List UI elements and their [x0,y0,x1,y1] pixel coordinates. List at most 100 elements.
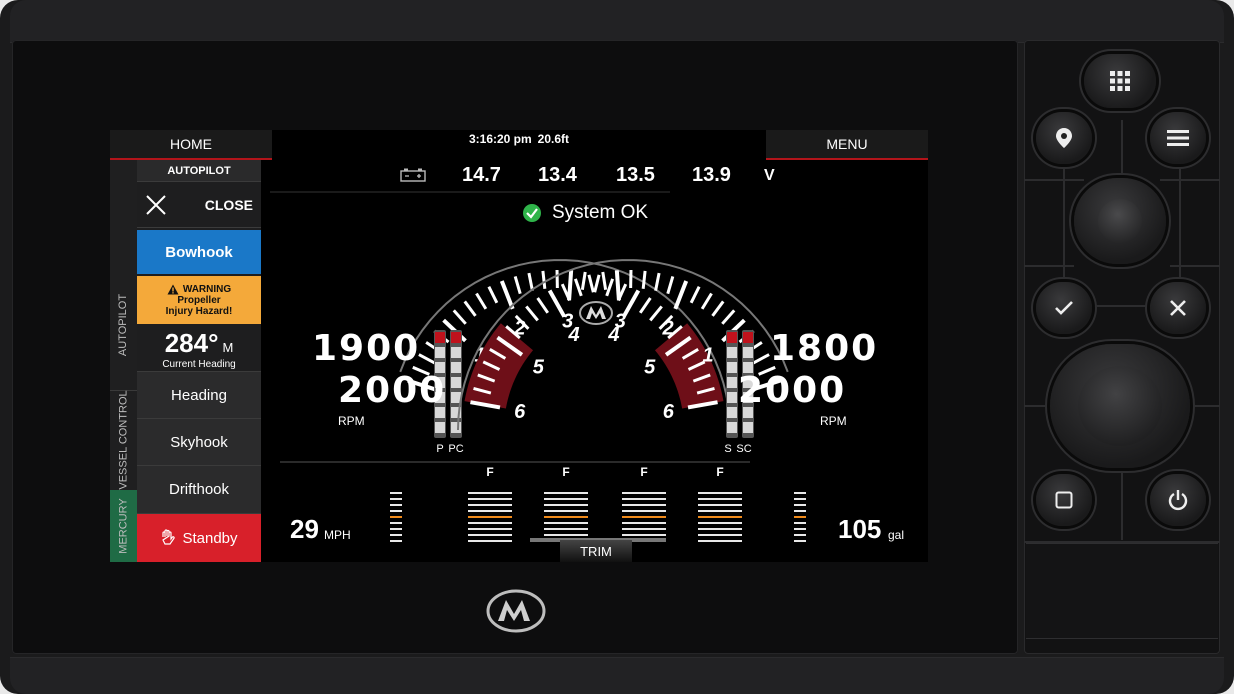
left-rpm-unit: RPM [338,414,365,428]
side-gauge-line [794,504,806,506]
mfd-screen: HOME MENU 3:16:20 pm 20.6ft AUTOPILOT VE… [110,130,928,562]
grid-icon [1110,71,1130,91]
engine-bar-segment [451,392,461,403]
device-top-edge [10,0,1224,43]
speed-value: 29 [290,514,319,544]
power-icon [1168,490,1188,511]
gauge-tick [649,305,663,322]
engine-bar-segment [451,362,461,373]
side-gauge-line [794,498,806,500]
engine-bar-label: S [724,443,731,455]
hamburger-icon [1167,130,1189,146]
trim-gauge-line [544,492,588,494]
right-rpm-unit: RPM [820,414,847,428]
trim-gauge-line [468,498,512,500]
engine-bar-segment [743,332,753,343]
trim-label: TRIM [560,540,632,562]
trim-gauge-line [698,534,742,536]
power-button[interactable] [1150,474,1206,526]
trim-gauge-line [468,540,512,542]
trim-gauge-line [468,510,512,512]
gauge-tick [541,270,547,289]
gauge-tick [452,309,467,325]
gauge-tick [580,271,587,291]
trim-gauge-line [544,528,588,530]
trim-gauge-line [622,510,666,512]
left-rpm-target: 2000 [338,370,447,411]
trim-gauge-line [698,498,742,500]
gauge-tick [593,274,601,293]
confirm-button[interactable] [1036,282,1092,334]
trim-gauge-line [468,516,512,518]
knob-center [1098,199,1142,243]
trim-gauge-line [622,516,666,518]
trim-gauge-line [698,492,742,494]
square-button[interactable] [1036,474,1092,526]
side-gauge-line [390,510,402,512]
trim-gauge-line [622,504,666,506]
gauge-tick [689,286,701,304]
apps-button[interactable] [1084,54,1156,108]
trim-gauge-line [544,504,588,506]
right-rpm-target: 2000 [738,370,847,411]
side-gauge-line [390,528,402,530]
gauge-tick [638,297,652,314]
trim-gauge-line [622,528,666,530]
engine-bar-segment [727,362,737,373]
close-icon [1170,300,1186,316]
side-gauge-line [794,510,806,512]
menu-button[interactable] [1150,112,1206,164]
joystick-center [1078,366,1162,446]
gauge-tick-label: 4 [568,324,580,346]
gauge-tick [601,271,608,291]
gauge-tick-label: 3 [615,310,626,332]
gauge-tick [654,272,661,291]
gauge-tick-label: 6 [663,401,675,423]
engine-bar-segment [727,422,737,433]
gauge-tick [587,274,595,293]
engine-bar-segment [727,332,737,343]
engine-bar-label: PC [448,443,463,455]
trim-flag: F [486,465,493,479]
waypoint-button[interactable] [1036,112,1092,164]
square-icon [1055,491,1073,509]
side-gauge-line [390,516,402,518]
trim-gauge-line [544,522,588,524]
trim-gauge-line [468,504,512,506]
gauge-tick-label: 5 [644,356,656,378]
trim-gauge-line [698,528,742,530]
side-gauge-line [390,534,402,536]
speed-unit: MPH [324,528,351,542]
cancel-button[interactable] [1150,282,1206,334]
trim-gauge-line [698,504,742,506]
engine-bar-segment [435,332,445,343]
gauge-tick [513,275,522,295]
engine-bar-segment [451,347,461,358]
side-gauge-line [390,540,402,542]
gauge-tick [536,297,550,314]
trim-gauge-line [468,522,512,524]
engine-bar-segment [435,422,445,433]
side-gauge-line [794,516,806,518]
engine-bar-segment [743,422,753,433]
trim-gauge-line [468,534,512,536]
joystick-pad[interactable] [1050,344,1190,468]
gauge-tick [463,300,477,317]
side-gauge-line [794,528,806,530]
trim-flag: F [716,465,723,479]
gauge-tick [721,309,736,325]
side-gauge-line [390,498,402,500]
gauge-tick [475,292,488,310]
trim-gauge-line [544,498,588,500]
gauge-tick-label: 6 [514,401,526,423]
trim-gauge-line [622,498,666,500]
trim-gauge-line [698,540,742,542]
rotary-knob[interactable] [1074,178,1166,264]
gauge-tick [527,272,534,291]
center-mercury-logo [579,301,613,325]
engine-bar-segment [727,377,737,388]
engine-bar-segment [727,392,737,403]
keypad-lower-area [1026,543,1218,639]
side-gauge-line [794,522,806,524]
engine-bar-segment [451,332,461,343]
